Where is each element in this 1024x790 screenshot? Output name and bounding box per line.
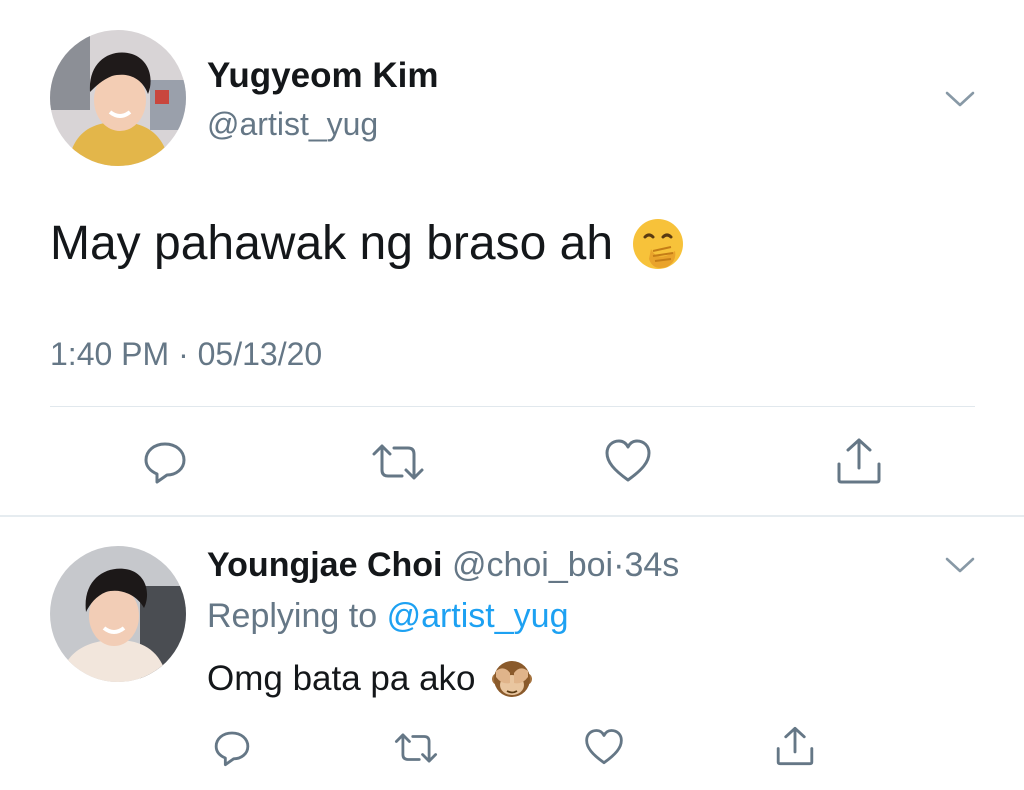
- main-tweet-text-row: May pahawak ng braso ah: [50, 214, 685, 274]
- main-author-handle[interactable]: @artist_yug: [207, 105, 378, 143]
- like-icon[interactable]: [604, 438, 652, 484]
- reply-header: Youngjae Choi @choi_boi·34s: [207, 545, 679, 585]
- reply-icon[interactable]: [141, 438, 189, 486]
- main-tweet-timestamp[interactable]: 1:40 PM · 05/13/20: [50, 334, 322, 374]
- replying-to-label: Replying to: [207, 597, 378, 635]
- reply-author-name[interactable]: Youngjae Choi: [207, 546, 442, 584]
- main-author-name[interactable]: Yugyeom Kim: [207, 56, 438, 96]
- reply-like-icon[interactable]: [584, 728, 624, 766]
- tweet-date: 05/13/20: [197, 336, 323, 372]
- reply-share-icon[interactable]: [774, 725, 816, 767]
- reply-age[interactable]: 34s: [624, 546, 679, 584]
- reply-text-row: Omg bata pa ako: [207, 656, 534, 702]
- reply-author-avatar[interactable]: [50, 546, 186, 682]
- reply-reply-icon[interactable]: [212, 728, 252, 768]
- main-author-avatar[interactable]: [50, 30, 186, 166]
- tweet-separator: [0, 515, 1024, 517]
- see-no-evil-monkey-emoji: [490, 657, 534, 701]
- timestamp-separator: ·: [178, 336, 189, 372]
- face-with-hand-over-mouth-emoji: [631, 217, 685, 271]
- chevron-down-icon[interactable]: [944, 86, 976, 110]
- reply-author-handle[interactable]: @choi_boi: [452, 546, 613, 584]
- reply-retweet-icon[interactable]: [393, 730, 439, 766]
- reply-age-separator: ·: [613, 546, 625, 584]
- tweet-time: 1:40 PM: [50, 336, 170, 372]
- action-divider: [50, 406, 975, 407]
- reply-chevron-down-icon[interactable]: [944, 552, 976, 576]
- replying-to: Replying to @artist_yug: [207, 596, 568, 636]
- share-icon[interactable]: [834, 436, 884, 486]
- retweet-icon[interactable]: [370, 440, 426, 484]
- main-tweet-text: May pahawak ng braso ah: [50, 217, 614, 270]
- replying-to-handle[interactable]: @artist_yug: [387, 597, 569, 635]
- reply-tweet-text: Omg bata pa ako: [207, 659, 476, 698]
